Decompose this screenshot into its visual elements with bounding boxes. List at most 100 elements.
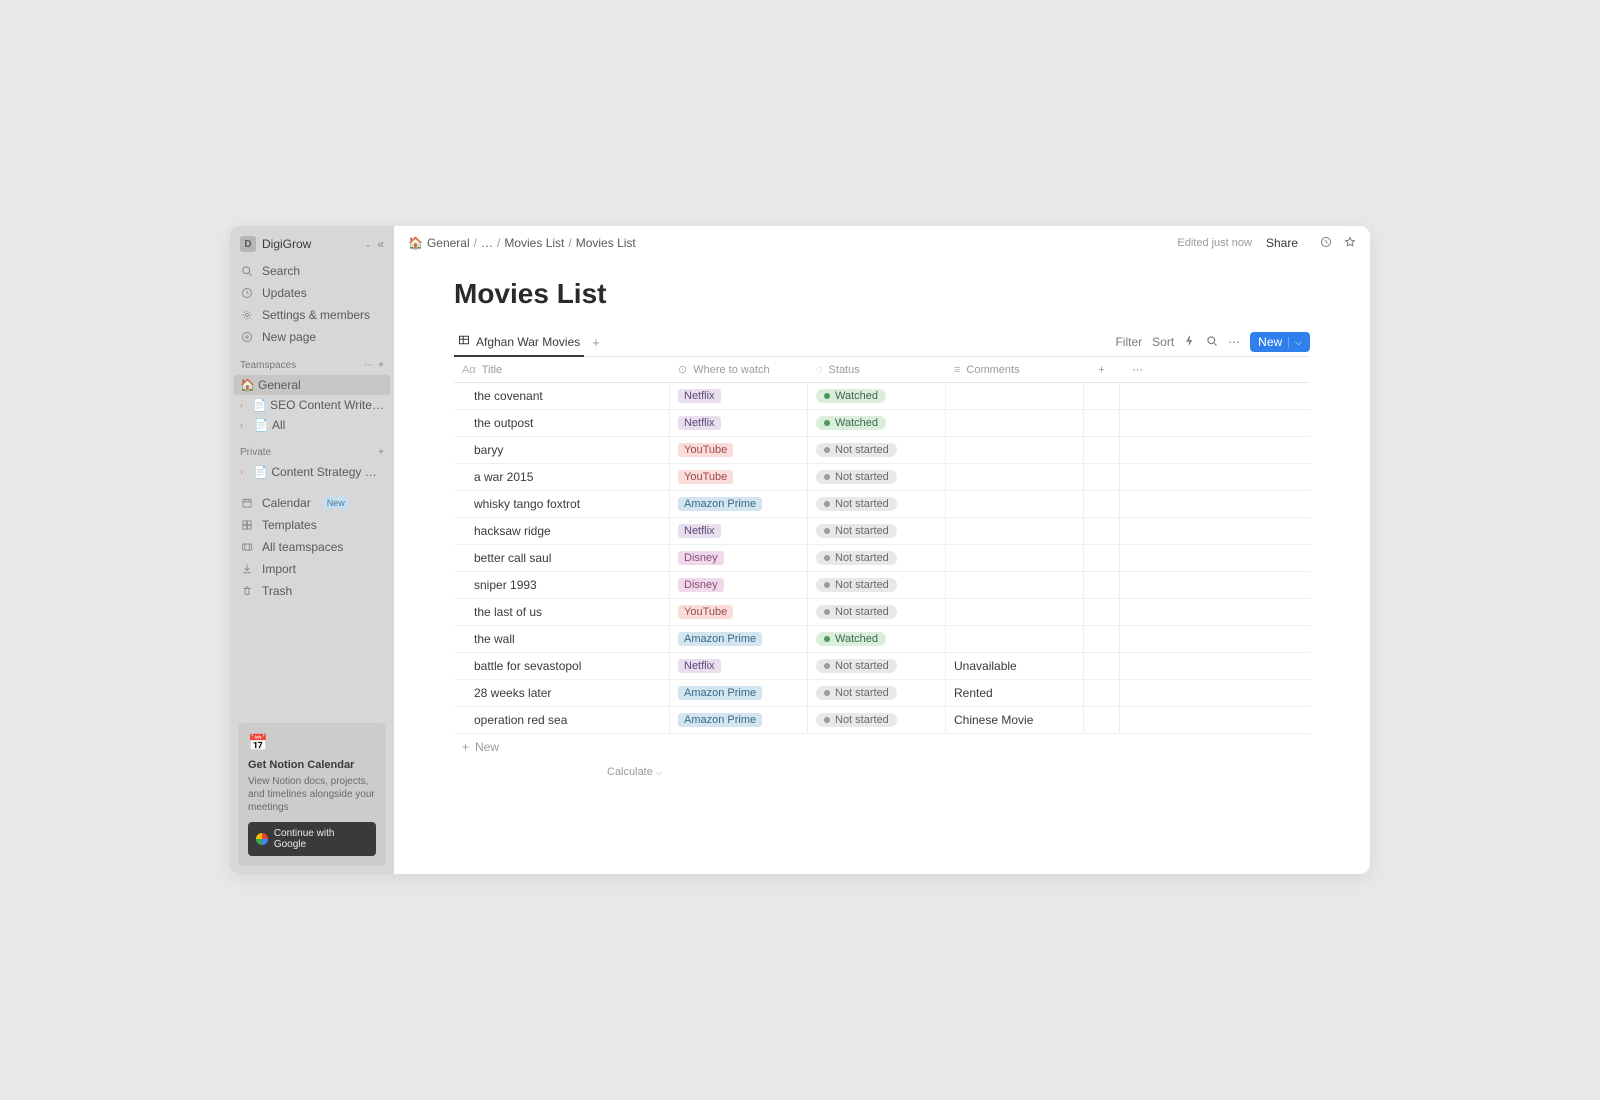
sidebar-all-teamspaces[interactable]: All teamspaces xyxy=(230,536,394,558)
cell-title[interactable]: a war 2015 xyxy=(454,464,670,490)
cell-title[interactable]: the last of us xyxy=(454,599,670,625)
cell-watch[interactable]: Netflix xyxy=(670,653,808,679)
workspace-switcher[interactable]: D DigiGrow ⌄ « xyxy=(230,226,394,260)
cell-title[interactable]: sniper 1993 xyxy=(454,572,670,598)
page-title[interactable]: Movies List xyxy=(454,278,1310,310)
tab-afghan-war-movies[interactable]: Afghan War Movies xyxy=(454,328,584,357)
cell-comments[interactable]: Rented xyxy=(946,680,1084,706)
cell-title[interactable]: whisky tango foxtrot xyxy=(454,491,670,517)
table-row[interactable]: battle for sevastopolNetflixNot startedU… xyxy=(454,653,1310,680)
automation-icon[interactable] xyxy=(1184,335,1196,350)
sidebar-teamspace-item[interactable]: ›📄All xyxy=(230,415,394,435)
chevron-right-icon[interactable]: › xyxy=(240,467,249,477)
table-row[interactable]: hacksaw ridgeNetflixNot started xyxy=(454,518,1310,545)
column-watch[interactable]: ⊙Where to watch xyxy=(670,357,808,382)
cell-comments[interactable] xyxy=(946,491,1084,517)
private-add-icon[interactable]: + xyxy=(378,447,384,458)
cell-status[interactable]: Not started xyxy=(808,491,946,517)
cell-title[interactable]: operation red sea xyxy=(454,707,670,733)
cell-status[interactable]: Not started xyxy=(808,680,946,706)
cell-watch[interactable]: Amazon Prime xyxy=(670,707,808,733)
cell-status[interactable]: Not started xyxy=(808,464,946,490)
breadcrumb-2[interactable]: Movies List xyxy=(504,236,564,250)
cell-status[interactable]: Not started xyxy=(808,572,946,598)
table-row[interactable]: operation red seaAmazon PrimeNot started… xyxy=(454,707,1310,734)
cell-title[interactable]: 28 weeks later xyxy=(454,680,670,706)
table-row[interactable]: whisky tango foxtrotAmazon PrimeNot star… xyxy=(454,491,1310,518)
cell-watch[interactable]: YouTube xyxy=(670,437,808,463)
collapse-sidebar-icon[interactable]: « xyxy=(377,237,384,251)
column-status[interactable]: ◌Status xyxy=(808,357,946,382)
sidebar-teamspace-item[interactable]: 🏠General xyxy=(234,375,390,395)
cell-title[interactable]: better call saul xyxy=(454,545,670,571)
sidebar-trash[interactable]: Trash xyxy=(230,580,394,602)
breadcrumb-3[interactable]: Movies List xyxy=(576,236,636,250)
more-icon[interactable]: ⋯ xyxy=(1228,335,1240,349)
filter-button[interactable]: Filter xyxy=(1115,335,1142,349)
cell-watch[interactable]: Amazon Prime xyxy=(670,680,808,706)
cell-status[interactable]: Watched xyxy=(808,626,946,652)
table-row[interactable]: 28 weeks laterAmazon PrimeNot startedRen… xyxy=(454,680,1310,707)
cell-comments[interactable]: Unavailable xyxy=(946,653,1084,679)
sidebar-teamspace-item[interactable]: ›📄SEO Content Writer & E… xyxy=(230,395,394,415)
cell-comments[interactable] xyxy=(946,437,1084,463)
cell-comments[interactable] xyxy=(946,410,1084,436)
cell-title[interactable]: battle for sevastopol xyxy=(454,653,670,679)
cell-status[interactable]: Watched xyxy=(808,410,946,436)
star-icon[interactable] xyxy=(1344,236,1356,251)
sidebar-private-item[interactable]: ›📄Content Strategy Pitch xyxy=(230,462,394,482)
cell-comments[interactable] xyxy=(946,518,1084,544)
cell-comments[interactable] xyxy=(946,545,1084,571)
cell-watch[interactable]: Netflix xyxy=(670,518,808,544)
cell-watch[interactable]: Netflix xyxy=(670,383,808,409)
table-row[interactable]: better call saulDisneyNot started xyxy=(454,545,1310,572)
sort-button[interactable]: Sort xyxy=(1152,335,1174,349)
cell-title[interactable]: the wall xyxy=(454,626,670,652)
add-view-button[interactable]: + xyxy=(584,329,608,356)
cell-title[interactable]: baryy xyxy=(454,437,670,463)
cell-watch[interactable]: Amazon Prime xyxy=(670,491,808,517)
sidebar-search[interactable]: Search xyxy=(230,260,394,282)
teamspaces-add-icon[interactable]: + xyxy=(378,360,384,371)
cell-title[interactable]: the covenant xyxy=(454,383,670,409)
cell-status[interactable]: Watched xyxy=(808,383,946,409)
continue-google-button[interactable]: Continue with Google xyxy=(248,822,376,856)
column-title[interactable]: AαTitle xyxy=(454,357,670,382)
table-row[interactable]: the outpostNetflixWatched xyxy=(454,410,1310,437)
cell-comments[interactable] xyxy=(946,626,1084,652)
search-icon[interactable] xyxy=(1206,335,1218,350)
cell-status[interactable]: Not started xyxy=(808,545,946,571)
column-more-button[interactable]: ⋯ xyxy=(1120,357,1156,382)
share-button[interactable]: Share xyxy=(1266,236,1298,250)
cell-title[interactable]: hacksaw ridge xyxy=(454,518,670,544)
home-icon[interactable]: 🏠 xyxy=(408,236,423,250)
cell-title[interactable]: the outpost xyxy=(454,410,670,436)
chevron-right-icon[interactable]: › xyxy=(240,400,248,410)
cell-watch[interactable]: Netflix xyxy=(670,410,808,436)
cell-status[interactable]: Not started xyxy=(808,653,946,679)
table-row[interactable]: the wallAmazon PrimeWatched xyxy=(454,626,1310,653)
sidebar-calendar[interactable]: Calendar New xyxy=(230,492,394,514)
breadcrumb-0[interactable]: General xyxy=(427,236,470,250)
cell-comments[interactable] xyxy=(946,572,1084,598)
chevron-right-icon[interactable]: › xyxy=(240,420,250,430)
sidebar-new-page[interactable]: New page xyxy=(230,326,394,348)
sidebar-settings[interactable]: Settings & members xyxy=(230,304,394,326)
cell-watch[interactable]: Disney xyxy=(670,572,808,598)
chevron-down-icon[interactable]: ⌵ xyxy=(1288,337,1302,348)
table-row[interactable]: the covenantNetflixWatched xyxy=(454,383,1310,410)
table-row[interactable]: sniper 1993DisneyNot started xyxy=(454,572,1310,599)
cell-watch[interactable]: YouTube xyxy=(670,464,808,490)
new-button[interactable]: New ⌵ xyxy=(1250,332,1310,352)
cell-status[interactable]: Not started xyxy=(808,518,946,544)
cell-comments[interactable] xyxy=(946,383,1084,409)
cell-watch[interactable]: YouTube xyxy=(670,599,808,625)
sidebar-templates[interactable]: Templates xyxy=(230,514,394,536)
cell-comments[interactable]: Chinese Movie xyxy=(946,707,1084,733)
table-row[interactable]: baryyYouTubeNot started xyxy=(454,437,1310,464)
sidebar-updates[interactable]: Updates xyxy=(230,282,394,304)
teamspaces-more-icon[interactable]: ⋯ xyxy=(364,360,374,371)
cell-status[interactable]: Not started xyxy=(808,599,946,625)
cell-watch[interactable]: Disney xyxy=(670,545,808,571)
clock-icon[interactable] xyxy=(1320,236,1332,251)
